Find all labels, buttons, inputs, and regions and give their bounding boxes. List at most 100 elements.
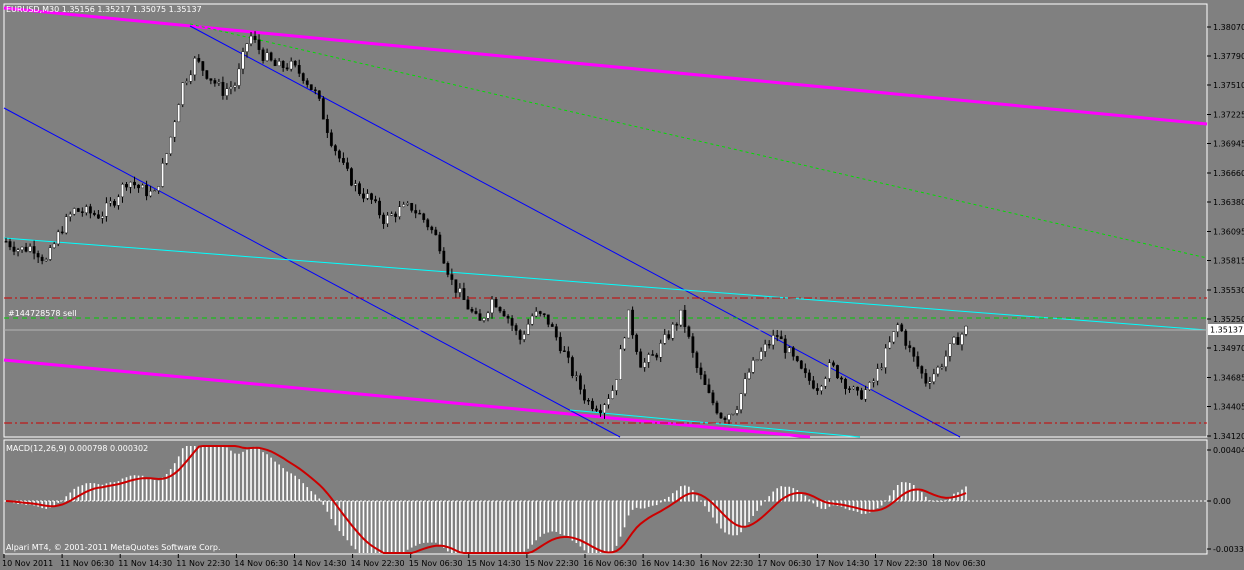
bull-candle (627, 309, 630, 339)
bull-candle (522, 334, 526, 340)
bear-candle (554, 326, 558, 338)
bear-candle (438, 234, 442, 252)
mid-channel-dotted-line[interactable] (189, 23, 1208, 259)
bear-candle (317, 90, 321, 99)
bear-candle (707, 384, 711, 393)
bull-candle (607, 398, 610, 405)
bull-candle (530, 315, 534, 325)
bull-candle (406, 203, 410, 205)
bull-candle (173, 121, 177, 138)
time-tick-label: 17 Nov 14:30 (815, 559, 869, 568)
bear-candle (478, 313, 482, 321)
bear-candle (394, 213, 398, 217)
chart-window: 1.38070 1.37790 1.37510 1.37225 1.36945 1.366… (0, 0, 1244, 570)
bear-candle (924, 373, 928, 384)
bull-candle (872, 380, 876, 383)
bear-candle (358, 183, 361, 195)
price-chart-svg[interactable]: 1.38070 1.37790 1.37510 1.37225 1.36945 1.366… (0, 0, 1244, 570)
bear-candle (631, 309, 635, 336)
bull-candle (233, 85, 237, 88)
bear-candle (470, 309, 474, 312)
macd-tick-label: 0.00404 (1213, 446, 1244, 455)
bear-candle (803, 368, 807, 374)
bear-candle (76, 208, 80, 212)
bull-candle (48, 247, 52, 260)
bull-candle (229, 86, 233, 89)
bear-candle (908, 345, 912, 348)
bull-candle (193, 57, 197, 76)
bear-candle (848, 388, 851, 390)
bull-candle (864, 389, 867, 400)
bear-candle (791, 347, 795, 357)
bear-candle (691, 336, 695, 353)
bear-candle (723, 417, 727, 420)
price-tick-label: 1.35815 (1213, 256, 1244, 265)
bear-candle (856, 386, 859, 391)
bull-candle (68, 213, 72, 217)
bull-candle (731, 413, 735, 415)
bear-candle (281, 61, 285, 68)
bull-candle (643, 362, 647, 368)
bear-candle (840, 377, 843, 380)
price-tick-label: 1.38070 (1213, 23, 1244, 32)
bull-candle (787, 347, 791, 353)
bear-candle (80, 211, 84, 213)
bear-candle (446, 263, 450, 275)
bear-candle (113, 200, 116, 206)
bull-candle (940, 366, 944, 368)
lower-channel-line[interactable] (3, 358, 811, 439)
price-tick-label: 1.35530 (1213, 286, 1244, 295)
bear-candle (422, 213, 426, 220)
time-tick-label: 16 Nov 06:30 (583, 559, 637, 568)
bear-candle (325, 119, 329, 133)
bull-candle (20, 246, 24, 251)
bear-candle (711, 392, 715, 404)
bear-candle (836, 365, 839, 379)
cyan-resistance-line[interactable] (3, 237, 1208, 331)
time-tick-label: 15 Nov 14:30 (467, 559, 521, 568)
bull-candle (828, 362, 831, 379)
bull-candle (101, 216, 104, 219)
macd-histogram (9, 446, 967, 553)
macd-axis: 0.00404 0.00 -0.00338 (1207, 446, 1244, 554)
bear-candle (273, 60, 277, 67)
bear-candle (546, 314, 550, 325)
bull-candle (964, 325, 968, 335)
bear-candle (956, 337, 960, 345)
bull-candle (771, 335, 775, 346)
bull-candle (747, 372, 751, 380)
bear-candle (60, 231, 64, 234)
price-tick-label: 1.37790 (1213, 52, 1244, 61)
upper-channel-line[interactable] (3, 6, 1208, 126)
bull-candle (185, 81, 189, 83)
lower-trend-line[interactable] (3, 107, 621, 438)
bull-candle (265, 52, 269, 61)
bull-candle (952, 337, 956, 345)
bear-candle (342, 158, 345, 163)
bear-candle (832, 362, 835, 366)
bear-candle (719, 412, 723, 419)
bull-candle (277, 61, 281, 67)
bull-candle (44, 259, 48, 262)
bear-candle (450, 274, 454, 280)
price-tick-label: 1.34970 (1213, 344, 1244, 353)
bull-candle (619, 348, 622, 380)
bull-candle (402, 204, 406, 207)
bear-candle (313, 89, 317, 91)
bull-candle (735, 409, 739, 414)
bear-candle (253, 35, 257, 40)
bull-candle (189, 74, 193, 82)
bull-candle (354, 183, 357, 186)
order-label[interactable]: #144728578 sell (8, 309, 77, 318)
bull-candle (161, 163, 165, 187)
bear-candle (454, 279, 458, 293)
price-tick-label: 1.34120 (1213, 432, 1244, 441)
bear-candle (807, 372, 811, 381)
bull-candle (663, 334, 667, 344)
bear-candle (145, 184, 148, 197)
price-axis: 1.38070 1.37790 1.37510 1.37225 1.36945 1.366… (1207, 23, 1244, 441)
bear-candle (779, 336, 783, 340)
time-tick-label: 17 Nov 06:30 (757, 559, 811, 568)
bear-candle (269, 52, 273, 61)
bull-candle (165, 153, 169, 164)
